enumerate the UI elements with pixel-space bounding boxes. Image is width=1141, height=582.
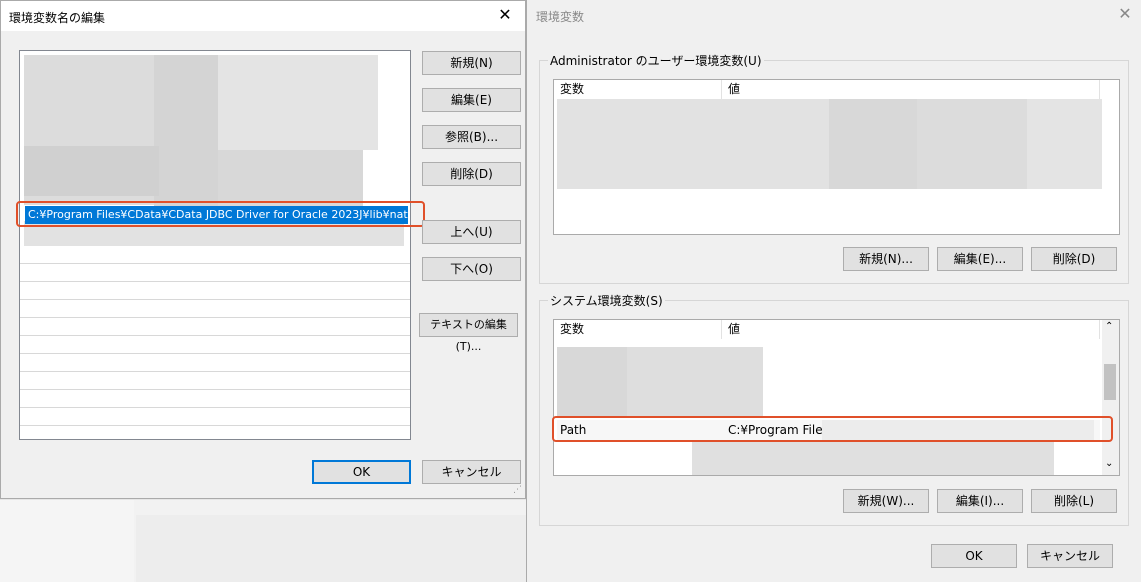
user-delete-button[interactable]: 削除(D) — [1031, 247, 1117, 271]
user-col-value-header[interactable]: 値 — [722, 80, 1100, 99]
system-edit-button[interactable]: 編集(I)... — [937, 489, 1023, 513]
delete-entry-button[interactable]: 削除(D) — [422, 162, 521, 186]
edit-entry-button[interactable]: 編集(E) — [422, 88, 521, 112]
user-edit-button[interactable]: 編集(E)... — [937, 247, 1023, 271]
user-env-group-label: Administrator のユーザー環境変数(U) — [548, 52, 764, 69]
empty-row[interactable] — [20, 263, 410, 282]
scrollbar-thumb[interactable] — [1104, 364, 1116, 400]
edit-env-var-dialog: 環境変数名の編集 ✕ C:¥Program Files¥CData¥CData … — [0, 0, 526, 499]
empty-row[interactable] — [20, 317, 410, 336]
path-entries-list[interactable]: C:¥Program Files¥CData¥CData JDBC Driver… — [19, 50, 411, 440]
move-down-button[interactable]: 下へ(O) — [422, 257, 521, 281]
system-delete-button[interactable]: 削除(L) — [1031, 489, 1117, 513]
system-col-value-header[interactable]: 値 — [722, 320, 1100, 339]
system-new-button[interactable]: 新規(W)... — [843, 489, 929, 513]
list-item[interactable] — [917, 99, 1027, 189]
system-col-variable-header[interactable]: 変数 — [554, 320, 722, 339]
background-area — [136, 515, 526, 582]
browse-button[interactable]: 参照(B)... — [422, 125, 521, 149]
scroll-up-icon[interactable]: ⌃ — [1105, 321, 1113, 332]
list-item[interactable] — [692, 441, 1054, 475]
system-list-scrollbar[interactable]: ⌃ ⌄ — [1102, 320, 1119, 475]
system-env-group: システム環境変数(S) 変数 値 Path C:¥Program Files¥ … — [539, 292, 1129, 526]
user-env-group: Administrator のユーザー環境変数(U) 変数 値 新規(N)...… — [539, 52, 1129, 284]
empty-row[interactable] — [20, 245, 410, 264]
new-entry-button[interactable]: 新規(N) — [422, 51, 521, 75]
env-ok-button[interactable]: OK — [931, 544, 1017, 568]
env-vars-dialog: 環境変数 ✕ Administrator のユーザー環境変数(U) 変数 値 新… — [526, 0, 1141, 582]
env-dialog-titlebar[interactable]: 環境変数 ✕ — [527, 0, 1141, 30]
user-new-button[interactable]: 新規(N)... — [843, 247, 929, 271]
ok-button[interactable]: OK — [312, 460, 411, 484]
move-up-button[interactable]: 上へ(U) — [422, 220, 521, 244]
list-item[interactable] — [218, 55, 378, 150]
edit-dialog-title: 環境変数名の編集 — [9, 11, 106, 25]
env-dialog-title: 環境変数 — [536, 10, 585, 24]
empty-row[interactable] — [20, 389, 410, 408]
close-icon[interactable]: ✕ — [1115, 5, 1135, 23]
list-item[interactable] — [557, 99, 829, 189]
edit-dialog-titlebar[interactable]: 環境変数名の編集 ✕ — [1, 1, 525, 31]
selected-entry-highlight — [16, 201, 425, 227]
list-item[interactable] — [627, 347, 763, 417]
close-icon[interactable]: ✕ — [495, 6, 515, 24]
empty-row[interactable] — [20, 371, 410, 390]
system-env-group-label: システム環境変数(S) — [548, 292, 665, 309]
empty-row[interactable] — [20, 281, 410, 300]
cancel-button[interactable]: キャンセル — [422, 460, 521, 484]
scroll-down-icon[interactable]: ⌄ — [1105, 458, 1113, 469]
system-env-list[interactable]: 変数 値 Path C:¥Program Files¥ ⌃ ⌄ — [553, 319, 1120, 476]
env-cancel-button[interactable]: キャンセル — [1027, 544, 1113, 568]
empty-row[interactable] — [20, 407, 410, 426]
list-item[interactable] — [24, 146, 159, 196]
edit-text-button[interactable]: テキストの編集(T)... — [419, 313, 518, 353]
empty-row[interactable] — [20, 335, 410, 354]
empty-row[interactable] — [20, 299, 410, 318]
user-env-list[interactable]: 変数 値 — [553, 79, 1120, 235]
user-col-variable-header[interactable]: 変数 — [554, 80, 722, 99]
resize-grip-icon[interactable]: ⋰ — [513, 485, 522, 495]
background-area — [0, 500, 134, 582]
empty-row[interactable] — [20, 353, 410, 372]
list-item[interactable] — [1027, 99, 1102, 189]
list-item[interactable] — [829, 99, 917, 189]
list-item[interactable] — [557, 347, 627, 417]
path-row-highlight — [552, 416, 1113, 442]
